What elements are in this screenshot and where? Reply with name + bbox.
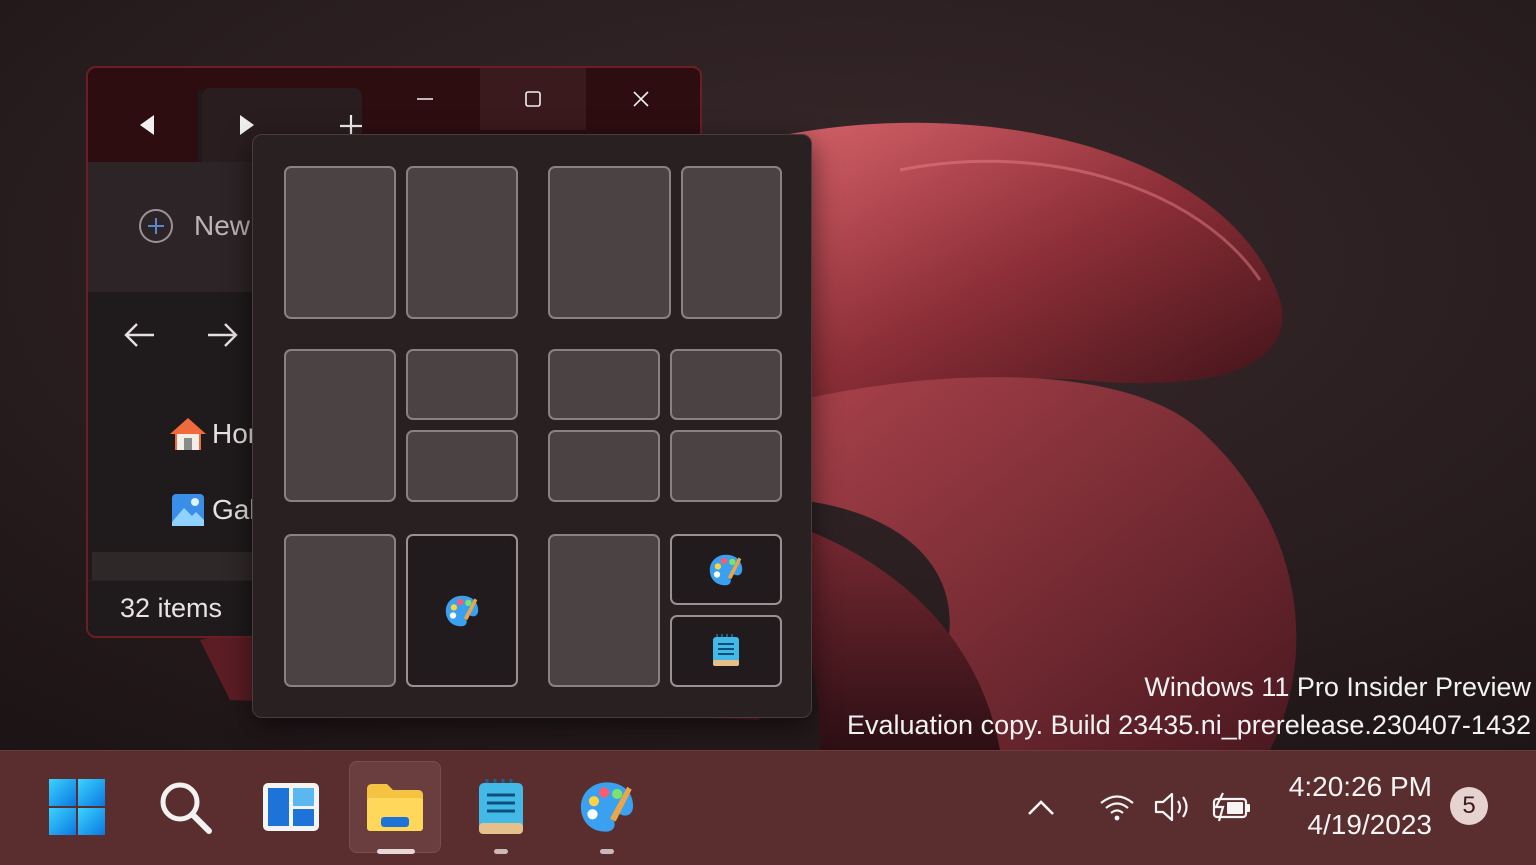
notepad-icon [713,634,739,666]
new-button-label: New [194,210,251,241]
snap-zone[interactable] [548,166,671,319]
notepad-icon [479,779,523,834]
paint-icon [709,554,743,585]
clock-time[interactable]: 4:20:26 PM [1272,771,1432,803]
wifi-icon [1100,795,1134,821]
snap-zone-filled[interactable] [670,534,782,605]
widgets-icon [263,783,319,831]
minimize-button[interactable] [372,68,478,130]
show-hidden-icons-button[interactable] [1017,781,1065,833]
snap-zone-filled[interactable] [670,615,782,687]
close-button[interactable] [588,68,694,130]
snap-zone[interactable] [548,430,660,502]
wifi-button[interactable] [1093,781,1141,833]
running-indicator [494,849,508,854]
snap-zone[interactable] [284,166,396,319]
paint-icon [580,782,634,832]
snap-zone-filled[interactable] [406,534,518,687]
snap-zone[interactable] [670,430,782,502]
notepad-button[interactable] [455,761,547,853]
start-button[interactable] [31,761,123,853]
triangle-left-icon [140,115,154,135]
windows-logo-icon [49,779,105,835]
search-button[interactable] [139,761,231,853]
chevron-up-icon [1028,800,1054,815]
sidebar-item-label: Gal [212,494,256,525]
watermark-line-1: Windows 11 Pro Insider Preview [1144,672,1531,702]
snap-zone[interactable] [284,534,396,687]
tab-back-button[interactable] [136,112,158,142]
taskbar: 4:20:26 PM 4/19/2023 5 [0,750,1536,865]
active-indicator [377,849,415,854]
maximize-button[interactable] [480,68,586,130]
back-button[interactable] [122,320,156,354]
snap-zone[interactable] [548,534,660,687]
sidebar-item-gallery[interactable]: Gal [170,492,256,528]
triangle-right-icon [240,115,254,135]
search-icon [160,782,212,834]
close-icon [633,91,649,107]
sidebar-item-label: Hor [212,418,258,449]
running-indicator [600,849,614,854]
add-circle-icon [139,209,173,243]
snap-zone[interactable] [406,349,518,420]
volume-button[interactable] [1150,781,1198,833]
snap-zone[interactable] [548,349,660,420]
snap-zone[interactable] [406,166,518,319]
snap-zone[interactable] [681,166,782,319]
arrow-right-icon [208,323,238,347]
paint-icon [445,595,479,626]
snap-zone[interactable] [670,349,782,420]
sidebar-item-home[interactable]: Hor [168,414,257,454]
item-count: 32 items [120,593,223,623]
snap-zone[interactable] [284,349,396,502]
maximize-icon [525,91,541,107]
watermark-line-2: Evaluation copy. Build 23435.ni_prerelea… [846,710,1531,740]
volume-icon [1154,792,1188,822]
snap-layouts-flyout [252,134,812,718]
paint-button[interactable] [561,761,653,853]
clock-date[interactable]: 4/19/2023 [1272,809,1432,841]
file-explorer-button[interactable] [349,761,441,853]
new-button[interactable]: New [136,206,250,246]
notification-badge[interactable]: 5 [1450,787,1488,825]
forward-button[interactable] [206,320,240,354]
arrow-left-icon [124,323,154,347]
snap-zone[interactable] [406,430,518,502]
gallery-icon [172,494,204,526]
battery-button[interactable] [1208,781,1256,833]
folder-icon [367,784,423,831]
widgets-button[interactable] [245,761,337,853]
battery-charging-icon [1212,792,1250,822]
home-icon [170,418,206,450]
minimize-icon [417,98,433,100]
